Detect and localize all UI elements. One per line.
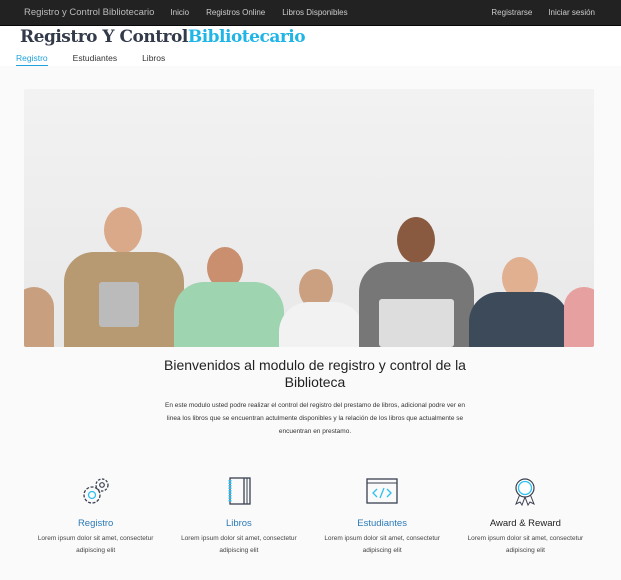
register-link[interactable]: Registrarse <box>491 8 532 17</box>
feature-estudiantes[interactable]: Estudiantes Lorem ipsum dolor sit amet, … <box>311 476 454 557</box>
feature-title[interactable]: Registro <box>24 518 167 529</box>
tab-libros[interactable]: Libros <box>142 53 165 66</box>
nav-link-inicio[interactable]: Inicio <box>170 8 189 17</box>
feature-libros[interactable]: Libros Lorem ipsum dolor sit amet, conse… <box>167 476 310 557</box>
nav-link-libros-disponibles[interactable]: Libros Disponibles <box>282 8 347 17</box>
feature-text: Lorem ipsum dolor sit amet, consectetur … <box>467 535 584 554</box>
site-header: Registro Y ControlBibliotecario Registro… <box>0 26 621 66</box>
title-accent: Bibliotecario <box>187 27 306 47</box>
feature-title[interactable]: Libros <box>167 518 310 529</box>
feature-title[interactable]: Award & Reward <box>454 518 597 529</box>
notebook-icon <box>228 477 251 505</box>
title-dark: Registro Y Control <box>20 27 188 47</box>
feature-text: Lorem ipsum dolor sit amet, consectetur … <box>324 535 440 554</box>
welcome-heading: Bienvenidos al modulo de registro y cont… <box>164 357 466 390</box>
features-row: Registro Lorem ipsum dolor sit amet, con… <box>0 476 621 557</box>
navbar-brand[interactable]: Registro y Control Bibliotecario <box>24 7 154 18</box>
sub-nav: Registro Estudiantes Libros <box>16 53 190 66</box>
code-window-icon <box>366 478 398 504</box>
feature-award[interactable]: Award & Reward Lorem ipsum dolor sit ame… <box>454 476 597 557</box>
tab-estudiantes[interactable]: Estudiantes <box>73 53 117 66</box>
welcome-description: En este modulo usted podre realizar el c… <box>165 402 465 435</box>
hero-image <box>24 89 594 347</box>
nav-link-registros-online[interactable]: Registros Online <box>206 8 265 17</box>
tab-registro[interactable]: Registro <box>16 53 48 66</box>
feature-text: Lorem ipsum dolor sit amet, consectetur … <box>181 535 297 554</box>
feature-text: Lorem ipsum dolor sit amet, consectetur … <box>37 535 154 554</box>
top-navbar: Registro y Control Bibliotecario Inicio … <box>0 0 621 26</box>
feature-title[interactable]: Estudiantes <box>311 518 454 529</box>
gears-icon <box>82 478 109 504</box>
login-link[interactable]: Iniciar sesión <box>548 8 595 17</box>
page-title: Registro Y ControlBibliotecario <box>20 27 306 47</box>
award-icon <box>515 478 536 506</box>
feature-registro[interactable]: Registro Lorem ipsum dolor sit amet, con… <box>24 476 167 557</box>
